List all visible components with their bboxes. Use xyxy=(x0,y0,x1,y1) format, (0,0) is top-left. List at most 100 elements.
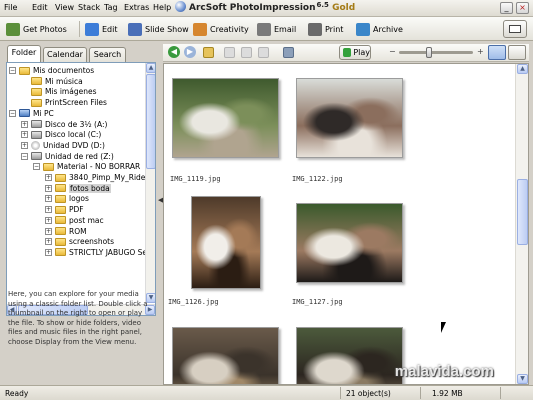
tree-item[interactable]: + Disco de 3½ (A:) xyxy=(21,119,107,130)
menu-extras[interactable]: Extras xyxy=(124,3,149,12)
collapse-icon[interactable]: − xyxy=(21,152,28,160)
status-text: Ready xyxy=(5,389,29,398)
tree-item[interactable]: − Unidad de red (Z:) xyxy=(21,151,114,162)
edit-button[interactable]: Edit xyxy=(85,21,118,37)
tree-item[interactable]: + logos xyxy=(45,193,89,204)
layout-toggle-button[interactable] xyxy=(503,20,527,38)
sort-icon[interactable] xyxy=(283,47,294,58)
archive-button[interactable]: Archive xyxy=(356,21,403,37)
delete-icon[interactable] xyxy=(258,47,269,58)
folder-tree[interactable]: − Mis documentos Mi música Mis imágenes Prin… xyxy=(6,62,156,316)
expand-icon[interactable]: + xyxy=(45,248,52,256)
tree-item[interactable]: Mi música xyxy=(21,76,83,87)
tree-item[interactable]: − Mi PC xyxy=(9,108,54,119)
zoom-out-icon[interactable]: − xyxy=(389,47,396,56)
tree-item[interactable]: +3840_Pimp_My_Ride_ xyxy=(45,172,149,183)
scroll-up-icon[interactable]: ▲ xyxy=(517,64,528,74)
tree-item-label: Unidad DVD (D:) xyxy=(43,140,105,150)
tree-item[interactable]: − Mis documentos xyxy=(9,65,94,76)
minimize-button[interactable]: _ xyxy=(500,2,513,14)
photo-thumbnail[interactable] xyxy=(191,196,261,289)
tree-item[interactable]: + Disco local (C:) xyxy=(21,129,101,140)
slide-show-button[interactable]: Slide Show xyxy=(128,21,189,37)
expand-icon[interactable]: + xyxy=(21,131,28,139)
scroll-down-icon[interactable]: ▼ xyxy=(517,374,528,384)
photo-thumbnail[interactable] xyxy=(296,78,403,158)
rotate-left-icon[interactable] xyxy=(224,47,235,58)
folder-icon xyxy=(31,77,42,86)
drive-icon xyxy=(31,120,42,128)
slideshow-icon xyxy=(128,22,142,36)
thumbnail-caption: IMG_1126.jpg xyxy=(168,298,219,306)
folder-up-icon[interactable] xyxy=(203,47,214,58)
print-button[interactable]: Print xyxy=(308,21,343,37)
tree-item[interactable]: + ROM xyxy=(45,226,87,237)
envelope-icon xyxy=(257,22,271,36)
tree-item[interactable]: + post mac xyxy=(45,215,104,226)
expand-icon[interactable]: + xyxy=(45,216,52,224)
close-button[interactable]: × xyxy=(516,2,529,14)
thumbnail-scrollbar[interactable]: ▲ ▼ xyxy=(515,64,528,384)
expand-icon[interactable]: + xyxy=(45,184,52,192)
status-divider xyxy=(420,387,421,399)
expand-icon[interactable]: + xyxy=(21,141,28,149)
creativity-button[interactable]: Creativity xyxy=(193,21,249,37)
zoom-slider-thumb[interactable] xyxy=(425,47,432,58)
get-photos-button[interactable]: Get Photos xyxy=(6,21,67,37)
thumbnail-view-button[interactable] xyxy=(488,45,506,60)
tree-item[interactable]: + PDF xyxy=(45,204,84,215)
expand-icon[interactable]: + xyxy=(45,238,52,246)
menu-stack[interactable]: Stack xyxy=(78,3,100,12)
object-count: 21 object(s) xyxy=(346,389,391,398)
expand-icon[interactable]: + xyxy=(45,206,52,214)
tab-calendar[interactable]: Calendar xyxy=(43,47,87,62)
menu-view[interactable]: View xyxy=(55,3,74,12)
tree-item-label: screenshots xyxy=(69,237,115,247)
tree-item[interactable]: − Material - NO BORRAR xyxy=(33,161,140,172)
thumbnail-area[interactable]: IMG_1119.jpg IMG_1122.jpg IMG_1126.jpg IMG_… xyxy=(163,63,529,385)
rotate-right-icon[interactable] xyxy=(241,47,252,58)
tree-item[interactable]: + STRICTLY JABUGO Se xyxy=(45,247,147,258)
status-divider xyxy=(340,387,341,399)
expand-icon[interactable]: + xyxy=(45,174,52,181)
help-text: Here, you can explore for your media usi… xyxy=(8,290,148,346)
tree-vertical-scrollbar[interactable]: ▲ ▼ xyxy=(145,63,155,303)
tree-item[interactable]: PrintScreen Files xyxy=(21,97,107,108)
menu-help[interactable]: Help xyxy=(153,3,171,12)
photo-thumbnail[interactable] xyxy=(296,327,403,384)
photo-thumbnail[interactable] xyxy=(172,327,279,384)
tab-folder[interactable]: Folder xyxy=(7,45,41,62)
forward-icon[interactable]: ▶ xyxy=(184,46,196,58)
expand-icon[interactable]: + xyxy=(45,195,52,203)
tree-item[interactable]: + fotos boda xyxy=(45,183,111,194)
folder-icon xyxy=(55,184,66,193)
collapse-icon[interactable]: − xyxy=(9,67,16,74)
detail-view-button[interactable] xyxy=(508,45,526,60)
scroll-up-icon[interactable]: ▲ xyxy=(146,63,155,73)
menu-edit[interactable]: Edit xyxy=(32,3,48,12)
tree-item-label: 3840_Pimp_My_Ride_ xyxy=(69,173,150,182)
tree-item[interactable]: + Unidad DVD (D:) xyxy=(21,140,105,151)
photo-thumbnail[interactable] xyxy=(296,203,403,283)
email-button[interactable]: Email xyxy=(257,21,296,37)
tab-search[interactable]: Search xyxy=(89,47,126,62)
photo-thumbnail[interactable] xyxy=(172,78,279,158)
expand-icon[interactable]: + xyxy=(21,120,28,128)
zoom-in-icon[interactable]: + xyxy=(477,47,484,56)
print-label: Print xyxy=(325,24,344,34)
watermark: malavida.com xyxy=(394,363,494,380)
menu-tag[interactable]: Tag xyxy=(104,3,118,12)
collapse-icon[interactable]: − xyxy=(33,163,40,171)
tree-item[interactable]: + screenshots xyxy=(45,236,114,247)
tree-item[interactable]: Mis imágenes xyxy=(21,86,96,97)
expand-icon[interactable]: + xyxy=(45,227,52,235)
back-icon[interactable]: ◀ xyxy=(168,46,180,58)
thumbnail-scroll-thumb[interactable] xyxy=(517,179,528,245)
zoom-slider[interactable] xyxy=(399,47,473,58)
play-button[interactable]: Play xyxy=(339,45,371,60)
tree-scroll-thumb[interactable] xyxy=(146,74,155,169)
collapse-icon[interactable]: − xyxy=(9,109,16,117)
tree-item-label: Mi PC xyxy=(33,108,54,118)
menu-file[interactable]: File xyxy=(4,3,17,12)
